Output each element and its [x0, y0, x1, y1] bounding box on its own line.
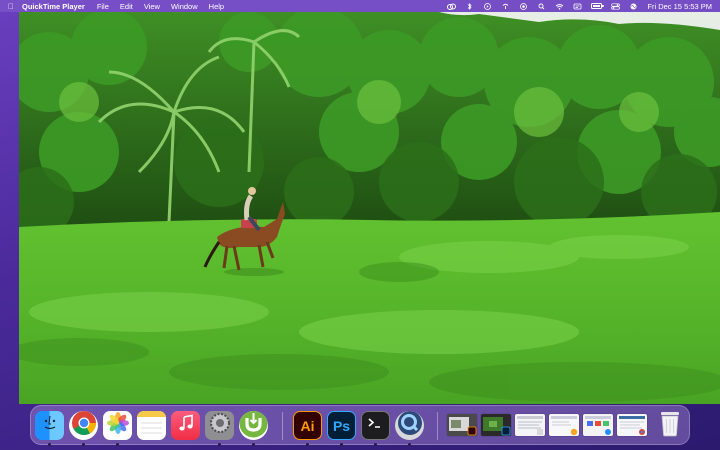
dock-trash[interactable]	[655, 411, 684, 440]
minimized-window[interactable]	[583, 414, 613, 436]
photos-icon	[106, 411, 130, 440]
wifi-icon[interactable]	[555, 3, 564, 10]
dock-system-settings[interactable]	[205, 411, 234, 440]
terminal-icon	[366, 415, 386, 436]
menu-edit[interactable]: Edit	[120, 2, 133, 11]
dock: Ai Ps	[30, 405, 690, 446]
minimized-window[interactable]	[515, 414, 545, 436]
control-center-icon[interactable]	[611, 2, 621, 10]
notes-icon	[137, 411, 166, 440]
minimized-window[interactable]	[549, 414, 579, 436]
dock-separator	[437, 412, 438, 440]
dock-photos[interactable]	[103, 411, 132, 440]
video-frame[interactable]	[19, 12, 720, 404]
menu-help[interactable]: Help	[209, 2, 224, 11]
siri-icon[interactable]	[629, 3, 638, 10]
dock-photoshop[interactable]: Ps	[327, 411, 356, 440]
dock-notes[interactable]	[137, 411, 166, 440]
airdrop-icon[interactable]	[501, 3, 510, 10]
music-icon	[177, 414, 195, 437]
utorrent-icon	[239, 411, 268, 440]
bluetooth-icon[interactable]	[465, 2, 474, 10]
settings-icon	[208, 411, 232, 440]
dock-quicktime[interactable]	[395, 411, 424, 440]
video-scene	[19, 12, 720, 404]
running-indicator	[340, 443, 343, 446]
dock-chrome[interactable]	[69, 411, 98, 440]
quicktime-icon	[397, 411, 423, 440]
running-indicator	[408, 443, 411, 446]
finder-icon	[40, 413, 60, 438]
running-indicator	[306, 443, 309, 446]
search-icon[interactable]	[537, 3, 546, 10]
menu-view[interactable]: View	[144, 2, 160, 11]
menu-bar:  QuickTime Player File Edit View Window…	[0, 0, 720, 12]
minimized-window[interactable]	[447, 414, 477, 436]
play-circle-icon[interactable]	[483, 2, 492, 10]
menu-file[interactable]: File	[97, 2, 109, 11]
chrome-icon	[71, 411, 97, 440]
creative-cloud-icon[interactable]	[447, 3, 457, 10]
running-indicator	[82, 443, 85, 446]
running-indicator	[48, 443, 51, 446]
running-indicator	[252, 443, 255, 446]
dock-illustrator[interactable]: Ai	[293, 411, 322, 440]
screen-record-icon[interactable]	[519, 2, 528, 10]
running-indicator	[374, 443, 377, 446]
app-menu[interactable]: QuickTime Player	[22, 2, 85, 11]
user-switch-icon[interactable]	[573, 3, 582, 10]
dock-finder[interactable]	[35, 411, 64, 440]
running-indicator	[218, 443, 221, 446]
battery-icon[interactable]	[591, 3, 604, 9]
apple-menu-icon[interactable]: 	[0, 2, 22, 11]
minimized-window[interactable]	[617, 414, 647, 436]
menu-window[interactable]: Window	[171, 2, 198, 11]
photoshop-icon: Ps	[332, 417, 351, 434]
dock-music[interactable]	[171, 411, 200, 440]
dock-terminal[interactable]	[361, 411, 390, 440]
minimized-window[interactable]	[481, 414, 511, 436]
menu-clock[interactable]: Fri Dec 15 5:53 PM	[647, 2, 712, 11]
dock-separator	[282, 412, 283, 440]
trash-icon	[659, 411, 681, 440]
dock-utorrent[interactable]	[239, 411, 268, 440]
running-indicator	[116, 443, 119, 446]
illustrator-icon: Ai	[300, 417, 315, 434]
